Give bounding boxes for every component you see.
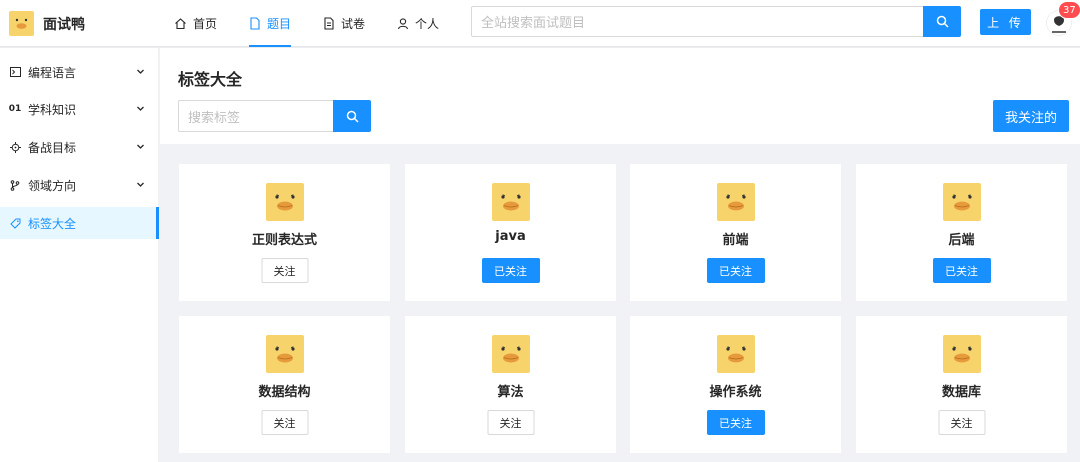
- target-icon: [9, 141, 21, 153]
- tag-card[interactable]: java 已关注: [405, 164, 616, 301]
- sidebar-item-domains[interactable]: 领域方向: [0, 169, 159, 201]
- nav-profile-label: 个人: [415, 17, 440, 31]
- tag-name: 操作系统: [709, 385, 762, 400]
- sidebar-item-tags[interactable]: 标签大全: [0, 207, 159, 239]
- sidebar: 编程语言 01 学科知识 备战目标 领域方向 标签大全: [0, 48, 159, 462]
- follow-button[interactable]: 关注: [938, 410, 985, 435]
- global-search-button[interactable]: [923, 6, 961, 37]
- duck-icon: [492, 183, 530, 221]
- chevron-down-icon: [137, 106, 144, 111]
- main-nav: 首页 题目 试卷 个人: [174, 0, 471, 47]
- chevron-down-icon: [137, 69, 144, 74]
- duck-icon: [717, 335, 755, 373]
- sidebar-item-label: 标签大全: [28, 216, 77, 231]
- tag-name: 正则表达式: [251, 233, 317, 248]
- page-title: 标签大全: [178, 70, 243, 89]
- sidebar-item-programming[interactable]: 编程语言: [0, 56, 159, 88]
- notification-badge: 37: [1059, 2, 1080, 18]
- duck-icon: [943, 335, 981, 373]
- follow-button[interactable]: 关注: [261, 258, 308, 283]
- terminal-icon: [9, 67, 21, 77]
- unfollow-button[interactable]: 已关注: [706, 410, 765, 435]
- nav-questions-label: 题目: [267, 17, 292, 31]
- top-header: 面试鸭 首页 题目 试卷 个人 全站搜索面试题目 上 传 37: [0, 0, 1080, 47]
- chevron-down-icon: [137, 144, 144, 149]
- duck-icon: [717, 183, 755, 221]
- duck-icon: [943, 183, 981, 221]
- tag-card[interactable]: 操作系统 已关注: [630, 316, 841, 453]
- nav-profile[interactable]: 个人: [397, 0, 439, 47]
- home-icon: [175, 18, 186, 30]
- chevron-down-icon: [137, 182, 144, 187]
- tag-card[interactable]: 正则表达式 关注: [179, 164, 390, 301]
- brand-name[interactable]: 面试鸭: [43, 14, 85, 34]
- tag-name: 数据结构: [258, 385, 311, 400]
- duck-icon: [266, 183, 304, 221]
- nav-questions[interactable]: 题目: [249, 0, 292, 47]
- duck-logo-icon[interactable]: [9, 11, 34, 36]
- global-search-input[interactable]: 全站搜索面试题目: [471, 6, 924, 37]
- unfollow-button[interactable]: 已关注: [932, 258, 991, 283]
- sidebar-item-label: 编程语言: [28, 65, 77, 80]
- upload-button[interactable]: 上 传: [980, 9, 1031, 35]
- unfollow-button[interactable]: 已关注: [706, 258, 765, 283]
- tag-name: 算法: [497, 385, 524, 400]
- tag-name: 前端: [722, 233, 749, 248]
- sidebar-item-goals[interactable]: 备战目标: [0, 131, 159, 163]
- duck-icon: [266, 335, 304, 373]
- sidebar-item-label: 备战目标: [28, 140, 77, 155]
- tag-card[interactable]: 算法 关注: [405, 316, 616, 453]
- branch-icon: [9, 179, 21, 191]
- tag-name: 后端: [948, 233, 975, 248]
- follow-button[interactable]: 关注: [487, 410, 534, 435]
- tag-search-input[interactable]: 搜索标签: [178, 100, 334, 132]
- unfollow-button[interactable]: 已关注: [481, 258, 540, 283]
- duck-icon: [492, 335, 530, 373]
- tag-name: java: [495, 229, 526, 244]
- user-icon: [398, 18, 409, 30]
- nav-home[interactable]: 首页: [174, 0, 217, 47]
- tag-card[interactable]: 数据库 关注: [856, 316, 1067, 453]
- my-follows-button[interactable]: 我关注的: [993, 100, 1069, 132]
- nav-papers-label: 试卷: [341, 17, 366, 31]
- binary-icon: 01: [8, 104, 22, 114]
- paper-icon: [324, 17, 334, 30]
- tag-card[interactable]: 前端 已关注: [630, 164, 841, 301]
- nav-home-label: 首页: [193, 17, 218, 31]
- tag-icon: [9, 218, 21, 229]
- nav-papers[interactable]: 试卷: [323, 0, 365, 47]
- file-icon: [250, 17, 260, 30]
- sidebar-item-label: 学科知识: [28, 102, 77, 117]
- search-icon: [346, 110, 359, 123]
- tag-card[interactable]: 后端 已关注: [856, 164, 1067, 301]
- tag-search-button[interactable]: [333, 100, 371, 132]
- tag-name: 数据库: [941, 385, 981, 400]
- sidebar-item-label: 领域方向: [28, 178, 77, 193]
- search-icon: [936, 15, 949, 28]
- sidebar-item-subjects[interactable]: 01 学科知识: [0, 93, 159, 125]
- tag-card[interactable]: 数据结构 关注: [179, 316, 390, 453]
- follow-button[interactable]: 关注: [261, 410, 308, 435]
- tags-toolbar: 标签大全 搜索标签 我关注的: [160, 48, 1080, 144]
